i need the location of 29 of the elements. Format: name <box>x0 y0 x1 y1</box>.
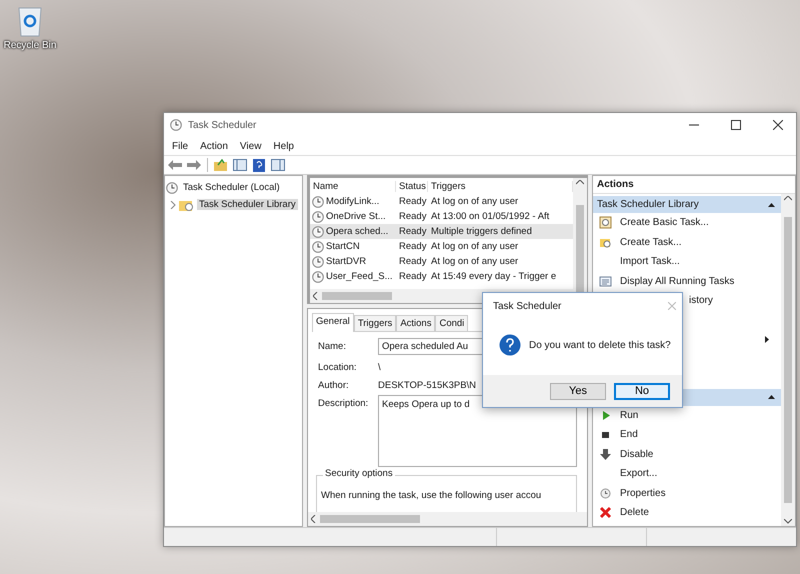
window-title: Task Scheduler <box>188 120 258 130</box>
field-label: Location: <box>318 361 358 373</box>
task-status: Ready <box>398 211 428 222</box>
task-name: Opera sched... <box>326 226 388 237</box>
task-status: Ready <box>398 241 428 252</box>
task-status: Ready <box>398 271 428 282</box>
group-title: Security options <box>323 468 395 479</box>
group-text: When running the task, use the following user accou <box>321 490 542 501</box>
task-triggers: At 15:49 every day - Trigger e <box>430 271 558 282</box>
field-label: Description: <box>318 397 370 409</box>
field-label: Author: <box>318 379 350 391</box>
task-status: Ready <box>398 256 428 267</box>
task-name: ModifyLink... <box>326 196 380 207</box>
task-triggers: Multiple triggers defined <box>430 226 533 237</box>
field-value: \ <box>378 361 382 373</box>
section-title: Task Scheduler Library <box>597 199 699 210</box>
task-name: StartDVR <box>326 256 366 267</box>
task-triggers: At log on of any user <box>430 256 520 267</box>
field-label: Name: <box>318 340 347 352</box>
task-triggers: At log on of any user <box>430 241 520 252</box>
dialog-title: Task Scheduler <box>493 300 562 312</box>
task-status: Ready <box>398 226 428 237</box>
task-triggers: At log on of any user <box>430 196 520 207</box>
task-name: User_Feed_S... <box>326 271 393 282</box>
actions-header: Actions <box>593 176 795 194</box>
task-status: Ready <box>398 196 428 207</box>
task-name: OneDrive St... <box>326 211 386 222</box>
task-triggers: At 13:00 on 01/05/1992 - Aft <box>430 211 550 222</box>
task-name: StartCN <box>326 241 360 252</box>
